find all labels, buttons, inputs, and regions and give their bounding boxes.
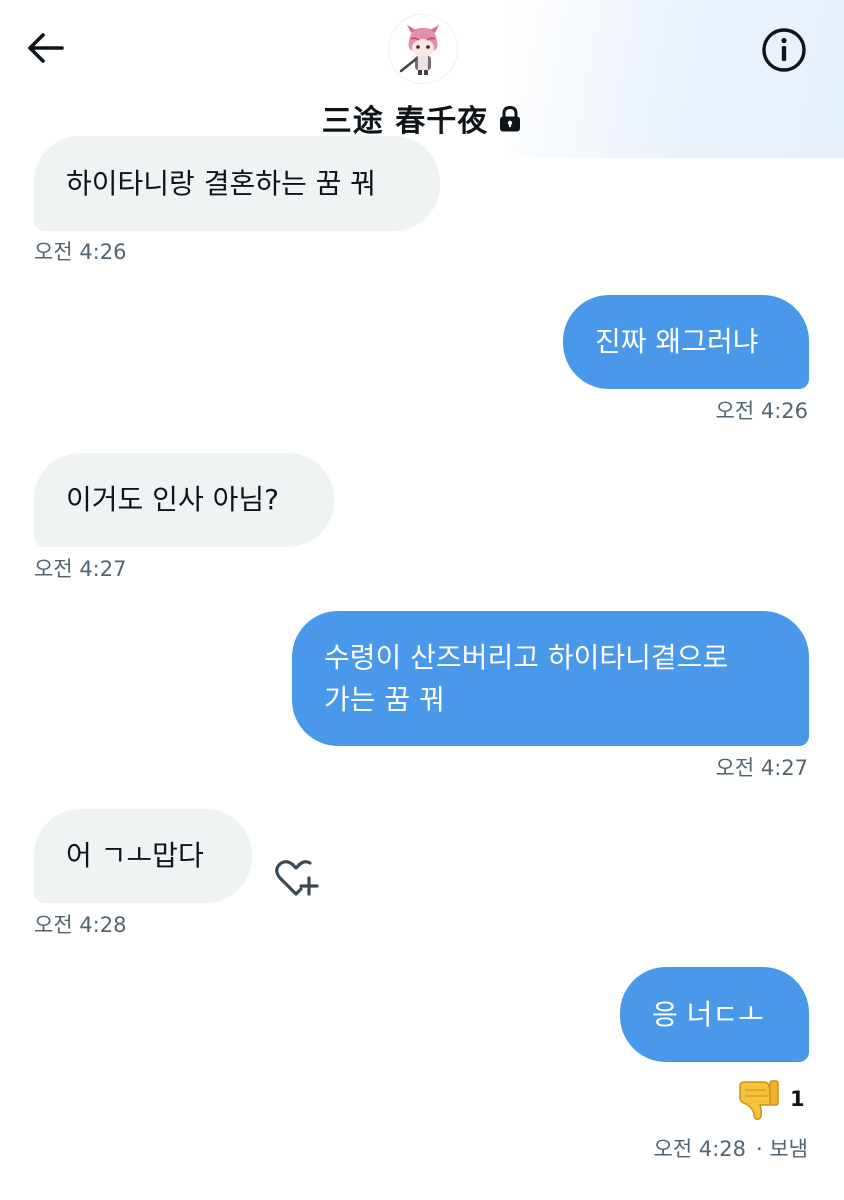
sent-status: · 보냄 [756, 1137, 808, 1161]
message-bubble-incoming[interactable]: 하이타니랑 결혼하는 꿈 꿔 [34, 136, 440, 231]
conversation-title-row: 三途 春千夜 [0, 96, 844, 140]
message-timestamp: 오전 4:28 [34, 913, 127, 937]
conversation-title: 三途 春千夜 [321, 104, 489, 139]
arrow-left-icon [28, 33, 64, 63]
message-bubble-outgoing[interactable]: 진짜 왜그러냐 [563, 295, 809, 389]
message-timestamp: 오전 4:26 [715, 399, 808, 423]
avatar[interactable] [388, 14, 458, 84]
info-circle-icon [762, 28, 806, 72]
lock-icon [500, 105, 521, 132]
message-timestamp: 오전 4:27 [34, 557, 127, 581]
message-text-line: 가는 꿈 꿔 [324, 682, 445, 716]
reaction-count: 1 [790, 1087, 805, 1111]
message-timestamp: 오전 4:26 [34, 240, 127, 264]
message-bubble-incoming[interactable]: 어 ㄱㅗ맙다 [34, 809, 252, 903]
thumbs-down-emoji [739, 1080, 779, 1120]
message-text: 어 ㄱㅗ맙다 [66, 839, 204, 872]
message-bubble-outgoing[interactable]: 응 너ㄷㅗ [620, 967, 809, 1062]
info-button[interactable] [760, 26, 808, 74]
conversation-header: 三途 春千夜 [0, 0, 844, 158]
heart-plus-icon [275, 860, 319, 896]
message-text: 하이타니랑 결혼하는 꿈 꿔 [66, 166, 377, 200]
message-status-row: 오전 4:28 · 보냄 [654, 1133, 808, 1163]
message-timestamp: 오전 4:28 [653, 1137, 746, 1161]
message-text: 응 너ㄷㅗ [652, 997, 764, 1031]
message-bubble-incoming[interactable]: 이거도 인사 아님? [34, 453, 334, 547]
message-bubble-outgoing[interactable]: 수령이 산즈버리고 하이타니곁으로 가는 꿈 꿔 [292, 611, 809, 746]
add-reaction-button[interactable] [272, 856, 320, 900]
message-reaction[interactable]: 1 [734, 1076, 805, 1122]
message-text: 진짜 왜그러냐 [595, 325, 759, 358]
message-text: 이거도 인사 아님? [66, 483, 279, 516]
message-timestamp: 오전 4:27 [715, 756, 808, 780]
back-button[interactable] [24, 28, 68, 68]
message-text-line: 수령이 산즈버리고 하이타니곁으로 [324, 640, 729, 674]
avatar-image [389, 15, 457, 83]
